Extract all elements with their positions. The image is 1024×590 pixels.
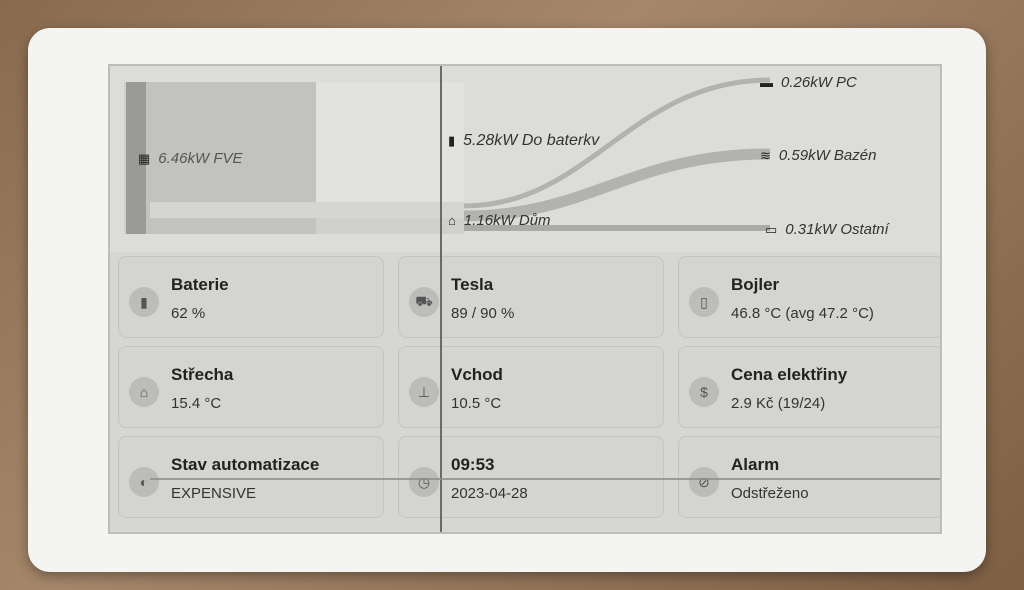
battery-flow-label: ▮ 5.28kW Do baterkv (448, 132, 599, 150)
pc-flow-label: ▬ 0.26kW PC (760, 74, 857, 91)
status-card-grid: ▮ Baterie 62 % ⛟ Tesla 89 / 90 % ▯ Bojle… (118, 256, 940, 526)
solar-flow-label: ▦ 6.46kW FVE (138, 150, 243, 167)
card-value: 15.4 °C (171, 395, 222, 412)
house-flow-label: ⌂ 1.16kW Dům (448, 212, 551, 229)
thermometer-icon: ⊥ (409, 377, 439, 407)
card-title: Bojler (731, 275, 780, 294)
pool-flow-label: ≋ 0.59kW Bazén (760, 147, 876, 164)
card-title: Alarm (731, 455, 780, 474)
card-baterie[interactable]: ▮ Baterie 62 % (118, 256, 384, 338)
pc-flow-value: 0.26kW PC (781, 74, 857, 91)
other-flow-value: 0.31kW Ostatní (785, 221, 889, 238)
solar-panel-icon: ▦ (138, 150, 151, 166)
card-value: EXPENSIVE (171, 485, 257, 502)
robot-icon: ◐ (129, 467, 159, 497)
battery-flow-value: 5.28kW Do baterkv (463, 132, 600, 149)
card-title: 09:53 (451, 455, 495, 474)
card-cas[interactable]: ◷ 09:53 2023-04-28 (398, 436, 664, 518)
card-automatizace[interactable]: ◐ Stav automatizace EXPENSIVE (118, 436, 384, 518)
pool-icon: ≋ (760, 147, 771, 163)
car-icon: ⛟ (409, 287, 439, 317)
roof-icon: ⌂ (129, 377, 159, 407)
card-cena[interactable]: $ Cena elektřiny 2.9 Kč (19/24) (678, 346, 940, 428)
card-value: Odstřeženo (731, 485, 809, 502)
battery-icon: ▮ (448, 133, 456, 148)
water-heater-icon: ▯ (689, 287, 719, 317)
plug-icon: ▭ (765, 221, 778, 237)
pool-flow-curve (463, 148, 771, 222)
card-title: Baterie (171, 275, 229, 294)
card-title: Střecha (171, 365, 234, 384)
card-bojler[interactable]: ▯ Bojler 46.8 °C (avg 47.2 °C) (678, 256, 940, 338)
card-strecha[interactable]: ⌂ Střecha 15.4 °C (118, 346, 384, 428)
other-flow-label: ▭ 0.31kW Ostatní (765, 221, 889, 238)
card-value: 62 % (171, 305, 206, 322)
battery-icon: ▮ (129, 287, 159, 317)
ghosting-vertical-line (440, 66, 442, 532)
desktop-icon: ▬ (760, 75, 773, 90)
card-tesla[interactable]: ⛟ Tesla 89 / 90 % (398, 256, 664, 338)
house-flow-value: 1.16kW Dům (463, 212, 551, 229)
card-value: 89 / 90 % (451, 305, 515, 322)
card-value: 10.5 °C (451, 395, 502, 412)
eink-screen: ▦ 6.46kW FVE ▮ 5.28kW Do baterkv ⌂ 1.16k… (108, 64, 942, 534)
card-title: Tesla (451, 275, 494, 294)
card-value: 2023-04-28 (451, 485, 528, 502)
card-title: Cena elektřiny (731, 365, 848, 384)
card-vchod[interactable]: ⊥ Vchod 10.5 °C (398, 346, 664, 428)
currency-icon: $ (689, 377, 719, 407)
card-title: Stav automatizace (171, 455, 320, 474)
energy-flow-panel: ▦ 6.46kW FVE ▮ 5.28kW Do baterkv ⌂ 1.16k… (110, 66, 940, 252)
card-value: 2.9 Kč (19/24) (731, 395, 826, 412)
card-alarm[interactable]: ⊘ Alarm Odstřeženo (678, 436, 940, 518)
ghosting-horizontal-line (150, 478, 940, 480)
shield-off-icon: ⊘ (689, 467, 719, 497)
house-flow-bar (150, 202, 464, 218)
pool-flow-value: 0.59kW Bazén (778, 147, 877, 164)
home-icon: ⌂ (448, 213, 456, 228)
clock-icon: ◷ (409, 467, 439, 497)
card-title: Vchod (451, 365, 503, 384)
card-value: 46.8 °C (avg 47.2 °C) (731, 305, 874, 322)
solar-flow-value: 6.46kW FVE (158, 150, 243, 167)
